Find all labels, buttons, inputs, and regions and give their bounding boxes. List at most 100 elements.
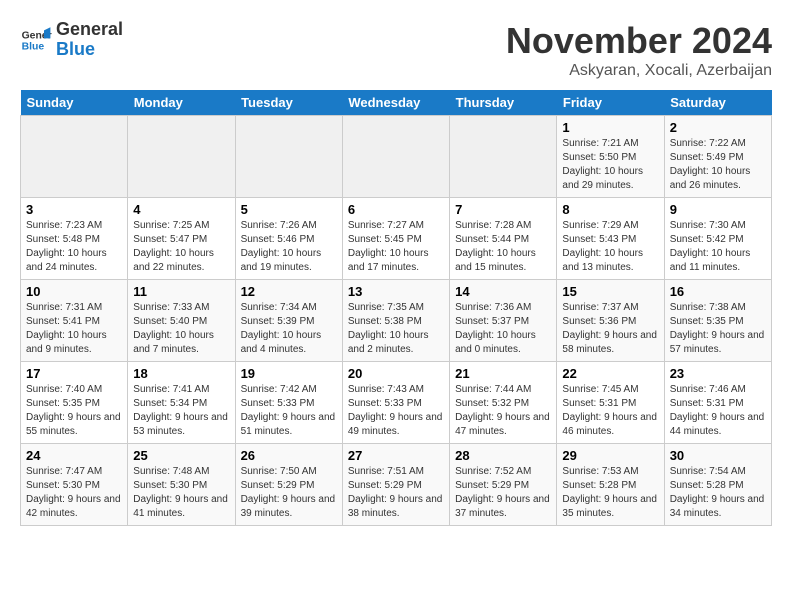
day-info: Sunrise: 7:54 AM Sunset: 5:28 PM Dayligh… (670, 465, 766, 521)
day-number: 10 (26, 284, 122, 299)
day-cell: 22 Sunrise: 7:45 AM Sunset: 5:31 PM Dayli… (557, 362, 664, 444)
svg-text:Blue: Blue (22, 41, 45, 52)
day-number: 17 (26, 366, 122, 381)
day-number: 22 (562, 366, 658, 381)
day-info: Sunrise: 7:40 AM Sunset: 5:35 PM Dayligh… (26, 383, 122, 439)
day-info: Sunrise: 7:41 AM Sunset: 5:34 PM Dayligh… (133, 383, 229, 439)
day-number: 23 (670, 366, 766, 381)
day-info: Sunrise: 7:53 AM Sunset: 5:28 PM Dayligh… (562, 465, 658, 521)
column-header-thursday: Thursday (450, 90, 557, 116)
week-row-4: 17 Sunrise: 7:40 AM Sunset: 5:35 PM Dayli… (21, 362, 772, 444)
day-cell: 9Sunrise: 7:30 AM Sunset: 5:42 PM Daylig… (664, 198, 771, 280)
day-cell: 5 Sunrise: 7:26 AM Sunset: 5:46 PM Daylig… (235, 198, 342, 280)
column-header-friday: Friday (557, 90, 664, 116)
day-cell: 18 Sunrise: 7:41 AM Sunset: 5:34 PM Dayli… (128, 362, 235, 444)
day-info: Sunrise: 7:25 AM Sunset: 5:47 PM Dayligh… (133, 219, 229, 275)
day-info: Sunrise: 7:38 AM Sunset: 5:35 PM Dayligh… (670, 301, 766, 357)
day-info: Sunrise: 7:44 AM Sunset: 5:32 PM Dayligh… (455, 383, 551, 439)
day-number: 8 (562, 202, 658, 217)
day-cell: 26 Sunrise: 7:50 AM Sunset: 5:29 PM Dayli… (235, 444, 342, 526)
day-cell: 1 Sunrise: 7:21 AM Sunset: 5:50 PM Daylig… (557, 116, 664, 198)
week-row-3: 10Sunrise: 7:31 AM Sunset: 5:41 PM Dayli… (21, 280, 772, 362)
column-header-monday: Monday (128, 90, 235, 116)
day-info: Sunrise: 7:30 AM Sunset: 5:42 PM Dayligh… (670, 219, 766, 275)
logo-text: GeneralBlue (56, 20, 123, 60)
week-row-1: 1 Sunrise: 7:21 AM Sunset: 5:50 PM Daylig… (21, 116, 772, 198)
day-number: 7 (455, 202, 551, 217)
day-cell: 20Sunrise: 7:43 AM Sunset: 5:33 PM Dayli… (342, 362, 449, 444)
month-title: November 2024 (506, 20, 772, 62)
calendar-header: SundayMondayTuesdayWednesdayThursdayFrid… (21, 90, 772, 116)
week-row-2: 3Sunrise: 7:23 AM Sunset: 5:48 PM Daylig… (21, 198, 772, 280)
day-info: Sunrise: 7:27 AM Sunset: 5:45 PM Dayligh… (348, 219, 444, 275)
day-number: 21 (455, 366, 551, 381)
calendar-table: SundayMondayTuesdayWednesdayThursdayFrid… (20, 90, 772, 526)
day-cell: 14Sunrise: 7:36 AM Sunset: 5:37 PM Dayli… (450, 280, 557, 362)
logo: General Blue GeneralBlue (20, 20, 123, 60)
day-number: 20 (348, 366, 444, 381)
day-cell: 17 Sunrise: 7:40 AM Sunset: 5:35 PM Dayli… (21, 362, 128, 444)
day-cell: 11Sunrise: 7:33 AM Sunset: 5:40 PM Dayli… (128, 280, 235, 362)
day-info: Sunrise: 7:33 AM Sunset: 5:40 PM Dayligh… (133, 301, 229, 357)
day-info: Sunrise: 7:22 AM Sunset: 5:49 PM Dayligh… (670, 137, 766, 193)
day-info: Sunrise: 7:34 AM Sunset: 5:39 PM Dayligh… (241, 301, 337, 357)
column-header-wednesday: Wednesday (342, 90, 449, 116)
day-cell (450, 116, 557, 198)
column-header-saturday: Saturday (664, 90, 771, 116)
day-number: 13 (348, 284, 444, 299)
day-number: 1 (562, 120, 658, 135)
day-number: 18 (133, 366, 229, 381)
day-info: Sunrise: 7:46 AM Sunset: 5:31 PM Dayligh… (670, 383, 766, 439)
day-info: Sunrise: 7:21 AM Sunset: 5:50 PM Dayligh… (562, 137, 658, 193)
day-cell: 29 Sunrise: 7:53 AM Sunset: 5:28 PM Dayli… (557, 444, 664, 526)
week-row-5: 24Sunrise: 7:47 AM Sunset: 5:30 PM Dayli… (21, 444, 772, 526)
day-number: 5 (241, 202, 337, 217)
day-info: Sunrise: 7:35 AM Sunset: 5:38 PM Dayligh… (348, 301, 444, 357)
location: Askyaran, Xocali, Azerbaijan (506, 62, 772, 80)
day-cell: 24Sunrise: 7:47 AM Sunset: 5:30 PM Dayli… (21, 444, 128, 526)
day-cell: 10Sunrise: 7:31 AM Sunset: 5:41 PM Dayli… (21, 280, 128, 362)
day-info: Sunrise: 7:42 AM Sunset: 5:33 PM Dayligh… (241, 383, 337, 439)
day-info: Sunrise: 7:48 AM Sunset: 5:30 PM Dayligh… (133, 465, 229, 521)
column-header-tuesday: Tuesday (235, 90, 342, 116)
day-number: 4 (133, 202, 229, 217)
day-number: 26 (241, 448, 337, 463)
day-number: 16 (670, 284, 766, 299)
day-number: 29 (562, 448, 658, 463)
day-cell: 2 Sunrise: 7:22 AM Sunset: 5:49 PM Daylig… (664, 116, 771, 198)
day-cell: 4 Sunrise: 7:25 AM Sunset: 5:47 PM Daylig… (128, 198, 235, 280)
day-number: 2 (670, 120, 766, 135)
day-info: Sunrise: 7:45 AM Sunset: 5:31 PM Dayligh… (562, 383, 658, 439)
day-info: Sunrise: 7:50 AM Sunset: 5:29 PM Dayligh… (241, 465, 337, 521)
day-number: 19 (241, 366, 337, 381)
day-cell: 6 Sunrise: 7:27 AM Sunset: 5:45 PM Daylig… (342, 198, 449, 280)
day-info: Sunrise: 7:26 AM Sunset: 5:46 PM Dayligh… (241, 219, 337, 275)
day-number: 25 (133, 448, 229, 463)
header-row: SundayMondayTuesdayWednesdayThursdayFrid… (21, 90, 772, 116)
day-cell: 8Sunrise: 7:29 AM Sunset: 5:43 PM Daylig… (557, 198, 664, 280)
page-header: General Blue GeneralBlue November 2024 A… (20, 20, 772, 80)
day-cell: 16 Sunrise: 7:38 AM Sunset: 5:35 PM Dayli… (664, 280, 771, 362)
title-block: November 2024 Askyaran, Xocali, Azerbaij… (506, 20, 772, 80)
day-info: Sunrise: 7:51 AM Sunset: 5:29 PM Dayligh… (348, 465, 444, 521)
day-info: Sunrise: 7:52 AM Sunset: 5:29 PM Dayligh… (455, 465, 551, 521)
day-cell (235, 116, 342, 198)
day-info: Sunrise: 7:36 AM Sunset: 5:37 PM Dayligh… (455, 301, 551, 357)
day-cell: 19 Sunrise: 7:42 AM Sunset: 5:33 PM Dayli… (235, 362, 342, 444)
day-cell: 3Sunrise: 7:23 AM Sunset: 5:48 PM Daylig… (21, 198, 128, 280)
day-number: 6 (348, 202, 444, 217)
day-number: 15 (562, 284, 658, 299)
calendar-body: 1 Sunrise: 7:21 AM Sunset: 5:50 PM Daylig… (21, 116, 772, 526)
day-number: 27 (348, 448, 444, 463)
day-cell: 30Sunrise: 7:54 AM Sunset: 5:28 PM Dayli… (664, 444, 771, 526)
column-header-sunday: Sunday (21, 90, 128, 116)
logo-icon: General Blue (20, 24, 52, 56)
day-number: 28 (455, 448, 551, 463)
day-cell (128, 116, 235, 198)
day-cell: 27 Sunrise: 7:51 AM Sunset: 5:29 PM Dayli… (342, 444, 449, 526)
day-cell: 15 Sunrise: 7:37 AM Sunset: 5:36 PM Dayli… (557, 280, 664, 362)
day-info: Sunrise: 7:37 AM Sunset: 5:36 PM Dayligh… (562, 301, 658, 357)
day-cell: 21 Sunrise: 7:44 AM Sunset: 5:32 PM Dayli… (450, 362, 557, 444)
day-cell: 28 Sunrise: 7:52 AM Sunset: 5:29 PM Dayli… (450, 444, 557, 526)
day-info: Sunrise: 7:23 AM Sunset: 5:48 PM Dayligh… (26, 219, 122, 275)
